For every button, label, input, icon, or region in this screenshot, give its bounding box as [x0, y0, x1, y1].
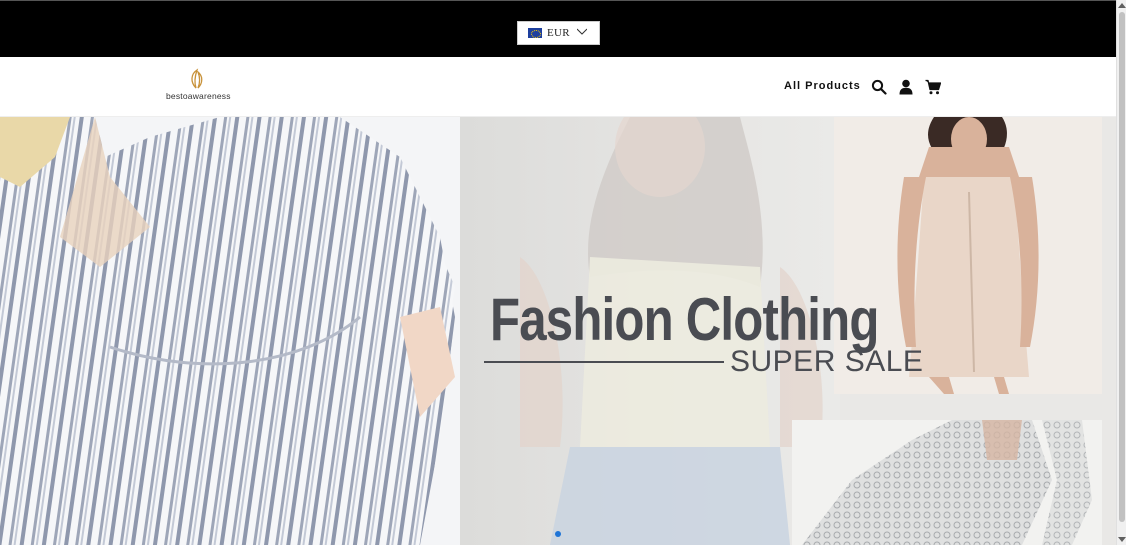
chevron-down-icon — [577, 28, 587, 35]
brand-logo[interactable]: bestoawareness — [166, 68, 231, 102]
scrollbar-thumb[interactable] — [1119, 12, 1125, 522]
scroll-down-arrow-icon[interactable] — [1118, 537, 1126, 542]
hero-photo-lace-dress — [792, 420, 1102, 545]
site-header: bestoawareness All Products — [0, 57, 1116, 117]
eu-flag-icon — [528, 28, 542, 38]
carousel-dot-active[interactable] — [555, 531, 561, 537]
hero-divider — [484, 361, 724, 363]
hero-photo-striped-dress — [0, 117, 460, 545]
currency-selector[interactable]: EUR — [517, 21, 600, 45]
hero-banner[interactable]: Fashion Clothing SUPER SALE — [0, 117, 1116, 545]
cart-icon[interactable] — [925, 79, 941, 95]
currency-bar: EUR — [0, 0, 1116, 57]
logo-leaf-icon — [191, 68, 203, 89]
nav-all-products[interactable]: All Products — [784, 80, 861, 92]
hero-subline: SUPER SALE — [730, 345, 924, 378]
page-scrollbar[interactable] — [1116, 0, 1126, 545]
brand-name: bestoawareness — [166, 91, 231, 101]
page-viewport: EUR bestoawareness All Products Fashion … — [0, 0, 1116, 545]
user-icon[interactable] — [898, 79, 914, 95]
currency-code: EUR — [547, 27, 570, 39]
scroll-up-arrow-icon[interactable] — [1118, 3, 1126, 8]
search-icon[interactable] — [871, 79, 887, 95]
hero-headline: Fashion Clothing — [490, 286, 879, 353]
